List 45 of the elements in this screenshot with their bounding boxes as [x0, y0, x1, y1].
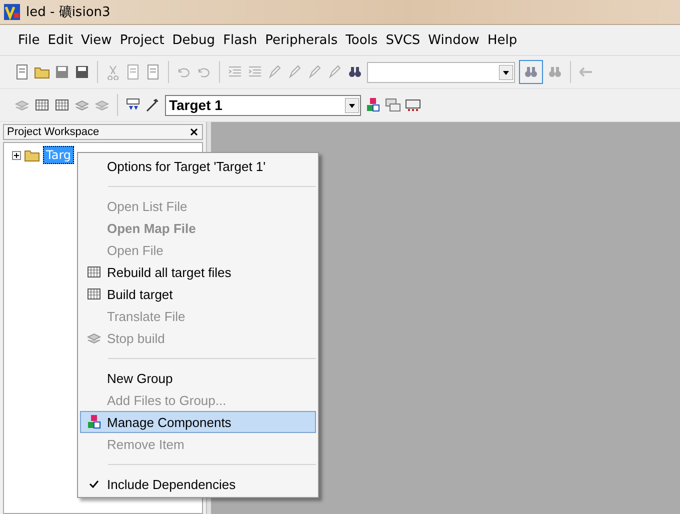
find-field[interactable]	[367, 62, 515, 82]
save-icon[interactable]	[54, 64, 70, 80]
menu-item[interactable]: Rebuild all target files	[80, 261, 316, 283]
app-logo-icon	[4, 4, 20, 20]
panel-title: Project Workspace	[7, 126, 100, 138]
target-select[interactable]: Target 1	[165, 94, 361, 116]
menu-item[interactable]: Include Dependencies	[80, 473, 316, 495]
menu-item[interactable]: Edit	[44, 32, 77, 48]
grid-icon	[86, 286, 102, 302]
cut-icon[interactable]	[105, 64, 121, 80]
menu-item[interactable]: Window	[424, 32, 484, 48]
window-title: led - 礦ision3	[26, 4, 110, 21]
pencil-icon[interactable]	[267, 64, 283, 80]
expand-icon[interactable]	[12, 150, 21, 160]
menu-item[interactable]: Options for Target 'Target 1'	[80, 155, 316, 177]
pencil-icon[interactable]	[307, 64, 323, 80]
dropdown-arrow-icon[interactable]	[499, 64, 513, 80]
wand-icon[interactable]	[145, 97, 161, 113]
menu-item[interactable]: Help	[483, 32, 522, 48]
menu-item[interactable]: Tools	[342, 32, 382, 48]
menu-item[interactable]: SVCS	[382, 32, 424, 48]
grid-icon[interactable]	[54, 97, 70, 113]
checkmark-icon	[89, 479, 99, 489]
new-file-icon[interactable]	[14, 64, 30, 80]
menu-item[interactable]: View	[76, 32, 116, 48]
windows-icon[interactable]	[385, 97, 401, 113]
menu-item[interactable]: New Group	[80, 367, 316, 389]
blocks-icon	[86, 414, 102, 430]
menu-item[interactable]: Flash	[219, 32, 262, 48]
binoculars-icon	[523, 64, 539, 80]
menu-item[interactable]: File	[14, 32, 44, 48]
menu-item[interactable]: Peripherals	[261, 32, 342, 48]
menu-item[interactable]: Project	[116, 32, 168, 48]
save-all-icon[interactable]	[74, 64, 90, 80]
menu-item[interactable]: Debug	[168, 32, 220, 48]
pencil-icon[interactable]	[287, 64, 303, 80]
blocks-icon[interactable]	[365, 97, 381, 113]
binoculars-icon[interactable]	[347, 64, 363, 80]
close-icon[interactable]	[190, 128, 198, 136]
find-button[interactable]	[519, 60, 543, 84]
grid-icon	[86, 264, 102, 280]
dropdown-arrow-icon[interactable]	[345, 98, 359, 112]
menu-item[interactable]: Manage Components	[80, 411, 316, 433]
menu-item[interactable]: Build target	[80, 283, 316, 305]
grid-icon[interactable]	[34, 97, 50, 113]
